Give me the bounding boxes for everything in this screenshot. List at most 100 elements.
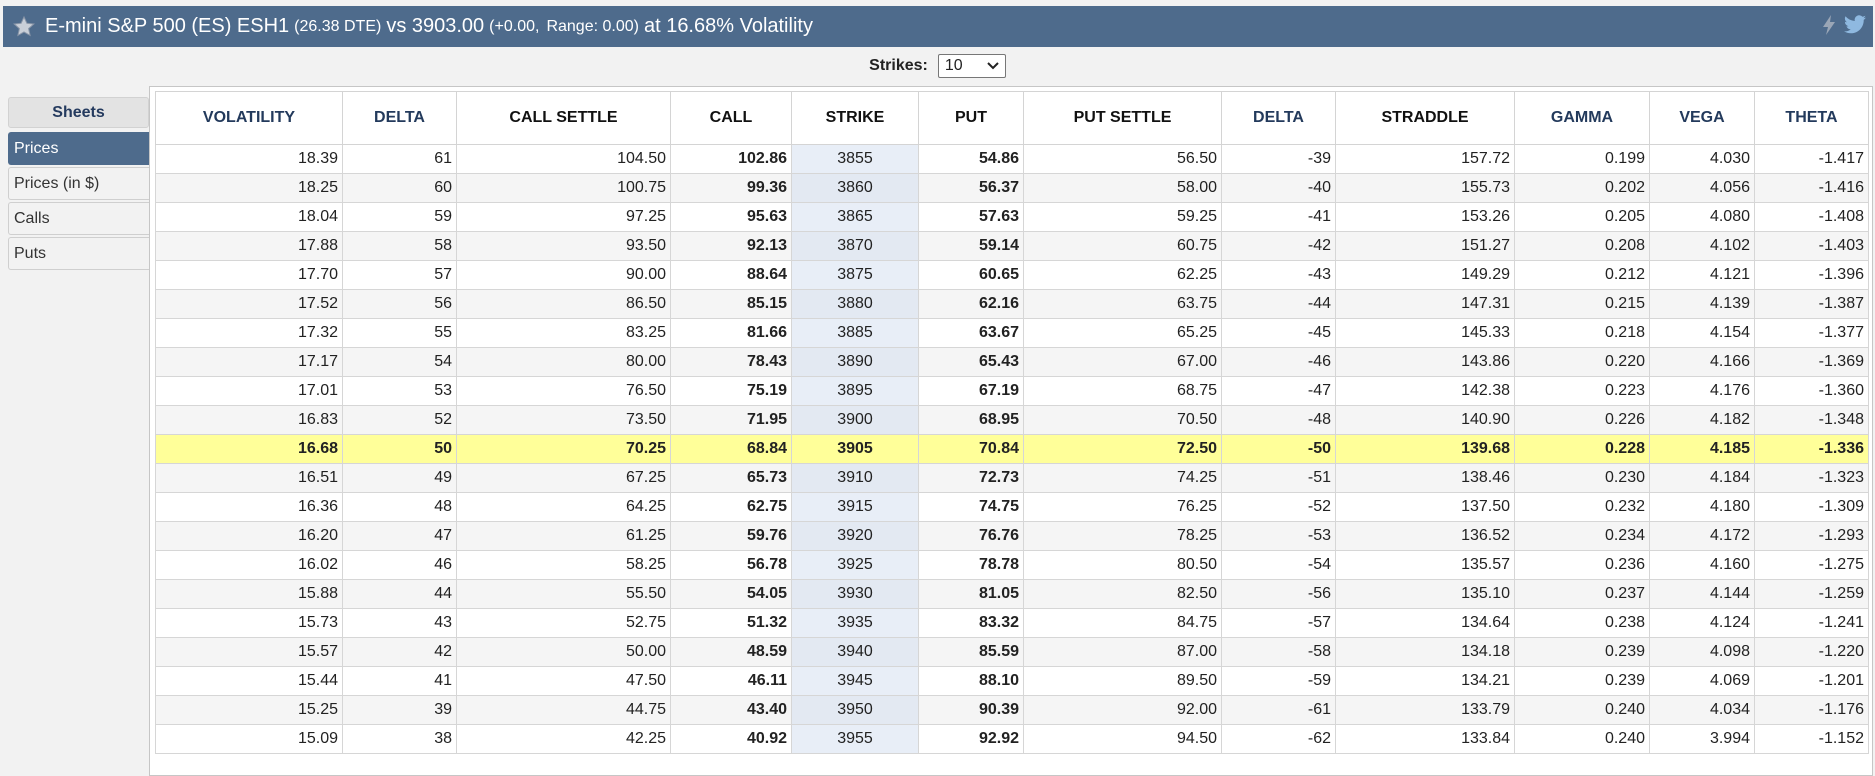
sheet-item-prices-dollars[interactable]: Prices (in $) [8,167,149,200]
cell-put: 70.84 [918,434,1024,464]
cell-put-delta: -47 [1221,376,1336,406]
instrument-title: E-mini S&P 500 (ES) ESH1 [45,15,290,37]
sheet-item-prices[interactable]: Prices [8,132,149,165]
cell-call-settle: 76.50 [456,376,671,406]
cell-volatility: 17.70 [155,260,343,290]
table-row: 18.25 60 100.75 99.36 3860 56.37 58.00 -40 155.7… [155,173,1869,203]
cell-theta: -1.323 [1754,463,1869,493]
cell-straddle: 133.79 [1335,695,1515,725]
table-row: 17.32 55 83.25 81.66 3885 63.67 65.25 -45 145.33… [155,318,1869,348]
prices-table-container: VOLATILITY DELTA CALL SETTLE CALL STRIKE… [149,86,1873,776]
price-change: (+0.00, [489,17,540,35]
cell-vega: 4.056 [1649,173,1755,203]
col-header-call-delta[interactable]: DELTA [342,91,457,145]
cell-call-delta: 39 [342,695,457,725]
cell-call: 65.73 [670,463,792,493]
cell-strike: 3875 [791,260,919,290]
col-header-call-settle[interactable]: CALL SETTLE [456,91,671,145]
cell-strike: 3930 [791,579,919,609]
cell-vega: 4.180 [1649,492,1755,522]
cell-put-delta: -50 [1221,434,1336,464]
cell-volatility: 18.04 [155,202,343,232]
cell-gamma: 0.220 [1514,347,1650,377]
cell-vega: 4.098 [1649,637,1755,667]
cell-call-delta: 52 [342,405,457,435]
cell-straddle: 139.68 [1335,434,1515,464]
col-header-call[interactable]: CALL [670,91,792,145]
cell-volatility: 16.02 [155,550,343,580]
col-header-volatility[interactable]: VOLATILITY [155,91,343,145]
lightning-icon[interactable] [1821,14,1837,36]
col-header-straddle[interactable]: STRADDLE [1335,91,1515,145]
col-header-gamma[interactable]: GAMMA [1514,91,1650,145]
cell-strike: 3860 [791,173,919,203]
cell-call: 102.86 [670,144,792,174]
cell-vega: 4.160 [1649,550,1755,580]
title-bar: E-mini S&P 500 (ES) ESH1 (26.38 DTE) vs … [3,6,1873,47]
cell-volatility: 15.88 [155,579,343,609]
cell-put-settle: 76.25 [1023,492,1222,522]
cell-volatility: 16.83 [155,405,343,435]
cell-put: 85.59 [918,637,1024,667]
cell-strike: 3855 [791,144,919,174]
cell-call: 62.75 [670,492,792,522]
col-header-vega[interactable]: VEGA [1649,91,1755,145]
cell-call-settle: 70.25 [456,434,671,464]
cell-volatility: 15.09 [155,724,343,754]
cell-gamma: 0.228 [1514,434,1650,464]
cell-strike: 3920 [791,521,919,551]
cell-volatility: 15.44 [155,666,343,696]
cell-put-settle: 63.75 [1023,289,1222,319]
chevron-down-icon [987,57,999,75]
col-header-put-settle[interactable]: PUT SETTLE [1023,91,1222,145]
cell-theta: -1.293 [1754,521,1869,551]
cell-straddle: 149.29 [1335,260,1515,290]
cell-vega: 4.154 [1649,318,1755,348]
cell-put-settle: 59.25 [1023,202,1222,232]
col-header-put[interactable]: PUT [918,91,1024,145]
cell-straddle: 138.46 [1335,463,1515,493]
cell-vega: 3.994 [1649,724,1755,754]
cell-call: 56.78 [670,550,792,580]
star-icon[interactable] [11,14,37,40]
cell-put-delta: -61 [1221,695,1336,725]
table-header-row: VOLATILITY DELTA CALL SETTLE CALL STRIKE… [155,91,1869,145]
cell-volatility: 16.68 [155,434,343,464]
cell-call: 51.32 [670,608,792,638]
cell-vega: 4.102 [1649,231,1755,261]
cell-theta: -1.152 [1754,724,1869,754]
cell-vega: 4.185 [1649,434,1755,464]
dte-label: (26.38 DTE) [294,17,382,35]
sheet-item-calls[interactable]: Calls [8,202,149,235]
strikes-select[interactable]: 10 [937,54,1006,78]
cell-put-settle: 60.75 [1023,231,1222,261]
cell-gamma: 0.202 [1514,173,1650,203]
cell-call: 78.43 [670,347,792,377]
cell-call: 95.63 [670,202,792,232]
cell-put: 72.73 [918,463,1024,493]
cell-call-settle: 58.25 [456,550,671,580]
table-row: 16.83 52 73.50 71.95 3900 68.95 70.50 -48 140.90… [155,405,1869,435]
cell-call-delta: 48 [342,492,457,522]
cell-call-settle: 100.75 [456,173,671,203]
twitter-icon[interactable] [1843,14,1867,36]
sheets-sidebar: Sheets Prices Prices (in $) Calls Puts [8,97,149,272]
cell-put-delta: -62 [1221,724,1336,754]
cell-put-delta: -44 [1221,289,1336,319]
col-header-put-delta[interactable]: DELTA [1221,91,1336,145]
cell-put-settle: 84.75 [1023,608,1222,638]
cell-theta: -1.348 [1754,405,1869,435]
col-header-strike[interactable]: STRIKE [791,91,919,145]
cell-call-settle: 50.00 [456,637,671,667]
cell-call-delta: 53 [342,376,457,406]
cell-theta: -1.369 [1754,347,1869,377]
cell-put-delta: -48 [1221,405,1336,435]
cell-put: 74.75 [918,492,1024,522]
cell-straddle: 153.26 [1335,202,1515,232]
cell-call: 92.13 [670,231,792,261]
cell-call-delta: 60 [342,173,457,203]
sheet-item-puts[interactable]: Puts [8,237,149,270]
cell-vega: 4.030 [1649,144,1755,174]
col-header-theta[interactable]: THETA [1754,91,1869,145]
prices-table: VOLATILITY DELTA CALL SETTLE CALL STRIKE… [155,91,1869,754]
